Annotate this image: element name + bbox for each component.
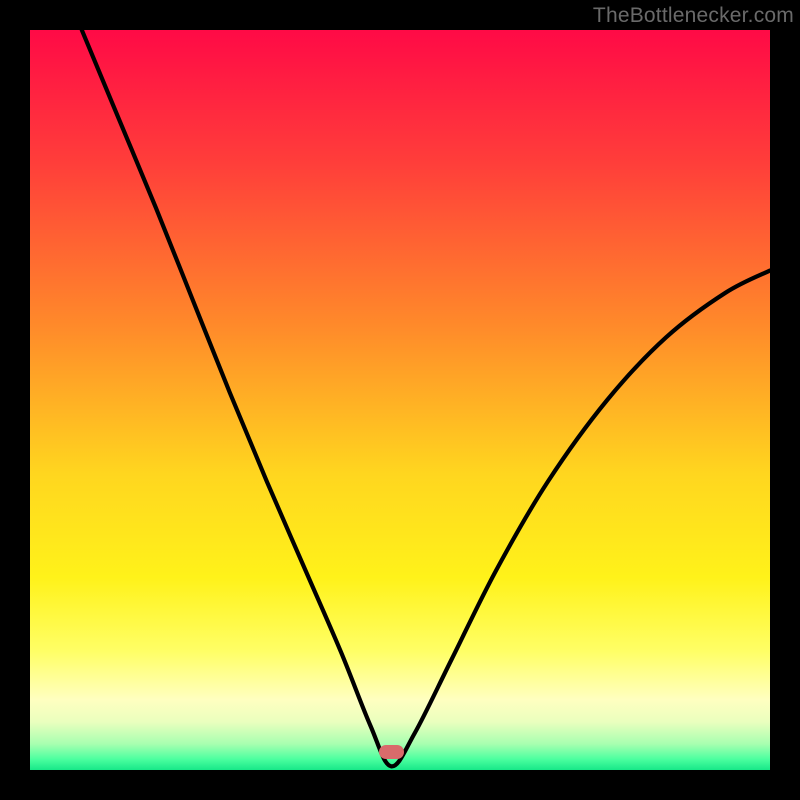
- optimal-marker: [379, 745, 404, 759]
- chart-frame: TheBottlenecker.com: [0, 0, 800, 800]
- watermark-label: TheBottlenecker.com: [593, 4, 794, 28]
- plot-area: [30, 30, 770, 770]
- bottleneck-curve: [30, 30, 770, 770]
